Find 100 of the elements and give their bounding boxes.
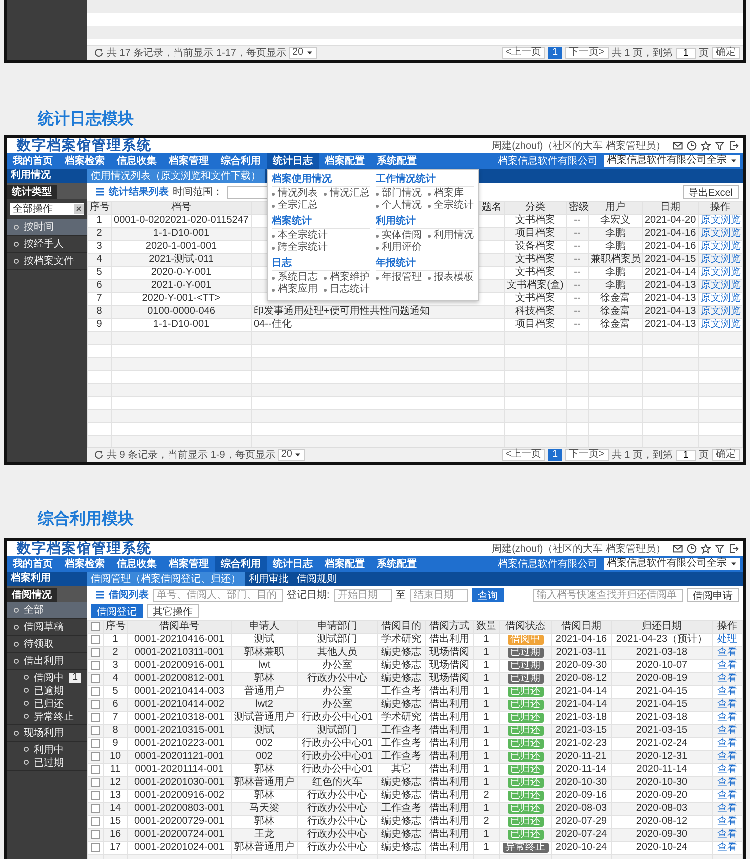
nav-tab[interactable]: 信息收集 [111,153,163,169]
page-size-select[interactable]: 20 [278,449,306,461]
start-date-field[interactable]: 开始日期 [334,588,392,602]
sidebar-item[interactable]: 按经手人 [7,236,87,253]
checkbox[interactable] [91,712,100,722]
menu-item[interactable]: 全宗汇总 [272,200,318,212]
page-button[interactable]: 1 [548,449,562,461]
nav-tab[interactable]: 档案检索 [59,153,111,169]
sidebar-item[interactable]: 借阅中 1 [7,671,87,684]
sidebar-item[interactable]: 现场利用 [7,725,87,742]
checkbox[interactable] [91,674,100,683]
sidebar-tab[interactable]: 统计类型 [7,185,57,199]
sub-tab[interactable]: 利用审批 [245,572,293,586]
menu-item[interactable]: 个人情况 [376,200,422,212]
clock-icon[interactable] [687,140,697,150]
checkbox[interactable] [91,686,100,696]
sidebar-item[interactable]: 利用中 [7,743,87,756]
checkbox[interactable] [91,830,100,839]
page-input[interactable]: 1 [676,450,696,460]
page-input[interactable]: 1 [676,48,696,58]
checkbox[interactable] [91,726,100,735]
register-button[interactable]: 借阅登记 [91,604,143,618]
star-icon[interactable] [701,544,711,554]
sidebar-item[interactable]: 待领取 [7,636,87,653]
sidebar-item[interactable]: 已逾期 [7,684,87,697]
checkbox[interactable] [91,804,100,813]
clear-icon[interactable] [74,204,84,214]
menu-item[interactable]: 情况汇总 [324,188,370,200]
checkbox[interactable] [91,634,100,644]
nav-tab[interactable]: 档案管理 [163,153,215,169]
previous-page-button[interactable]: <上一页 [502,449,546,461]
checkbox[interactable] [91,842,100,852]
refresh-icon[interactable] [94,48,104,58]
mail-icon[interactable] [673,544,683,554]
checkbox[interactable] [91,648,100,657]
funnel-icon[interactable] [715,140,725,150]
sidebar-tab[interactable]: 借阅情况 [7,588,57,602]
nav-tab[interactable]: 档案管理 [163,556,215,572]
next-page-button[interactable]: 下一页> [565,449,609,461]
checkbox[interactable] [91,790,100,800]
menu-item[interactable]: 年报管理 [376,272,422,284]
export-button[interactable]: 导出Excel [682,185,739,199]
checkbox[interactable] [91,752,100,761]
sub-tab[interactable]: 使用情况列表（原文浏览和文件下载） [87,169,265,183]
nav-tab[interactable]: 统计日志 [267,556,319,572]
nav-tab[interactable]: 档案检索 [59,556,111,572]
sidebar-item[interactable]: 按时间 [7,219,87,236]
unit-select[interactable]: 档案信息软件有限公司全宗 [604,558,740,570]
query-button[interactable]: 查询 [472,588,504,602]
menu-item[interactable]: 档案维护 [324,272,370,284]
page-size-select[interactable]: 20 [289,47,317,59]
more-button[interactable]: 其它操作 [147,604,199,618]
apply-button[interactable]: 借阅申请 [687,588,739,602]
sub-tab[interactable]: 借阅规则 [293,572,341,586]
checkbox[interactable] [91,816,100,826]
sidebar-item[interactable]: 全部 [7,602,87,619]
menu-item[interactable]: 全宗统计 [428,200,474,212]
nav-tab[interactable]: 综合利用 [215,153,267,169]
menu-item[interactable]: 利用情况 [428,230,474,242]
menu-item[interactable]: 利用评价 [376,242,422,254]
previous-page-button[interactable]: <上一页 [502,47,546,59]
confirm-button[interactable]: 确定 [712,449,740,461]
checkbox[interactable] [91,764,100,774]
checkbox[interactable] [91,622,100,631]
checkbox[interactable] [91,778,100,787]
clock-icon[interactable] [687,544,697,554]
next-page-button[interactable]: 下一页> [565,47,609,59]
funnel-icon[interactable] [715,544,725,554]
nav-tab[interactable]: 档案配置 [319,153,371,169]
menu-item[interactable]: 系统日志 [272,272,318,284]
exit-icon[interactable] [729,140,739,150]
menu-item[interactable]: 档案库 [428,188,464,200]
sub-tab[interactable]: 借阅管理（档案借阅登记、归还） [87,572,245,586]
menu-item[interactable]: 跨全宗统计 [272,242,328,254]
checkbox[interactable] [91,660,100,670]
nav-tab[interactable]: 系统配置 [371,556,423,572]
menu-item[interactable]: 日志统计 [324,284,370,296]
nav-tab[interactable]: 信息收集 [111,556,163,572]
confirm-button[interactable]: 确定 [712,47,740,59]
menu-item[interactable]: 本全宗统计 [272,230,328,242]
star-icon[interactable] [701,140,711,150]
page-button[interactable]: 1 [548,47,562,59]
end-date-field[interactable]: 结束日期 [410,588,468,602]
sidebar-item[interactable]: 借出利用 [7,653,87,670]
menu-item[interactable]: 情况列表 [272,188,318,200]
nav-tab[interactable]: 我的首页 [7,556,59,572]
sidebar-item[interactable]: 已过期 [7,756,87,769]
nav-tab[interactable]: 系统配置 [371,153,423,169]
checkbox[interactable] [91,700,100,709]
mail-icon[interactable] [673,140,683,150]
sidebar-item[interactable]: 按档案文件 [7,253,87,270]
sidebar-item[interactable]: 异常终止 [7,710,87,723]
checkbox[interactable] [91,738,100,748]
nav-tab[interactable]: 档案配置 [319,556,371,572]
nav-tab[interactable]: 统计日志 [267,153,319,169]
menu-item[interactable]: 实体借阅 [376,230,422,242]
unit-select[interactable]: 档案信息软件有限公司全宗 [604,155,740,167]
nav-tab[interactable]: 综合利用 [215,556,267,572]
refresh-icon[interactable] [94,450,104,460]
menu-item[interactable]: 部门情况 [376,188,422,200]
